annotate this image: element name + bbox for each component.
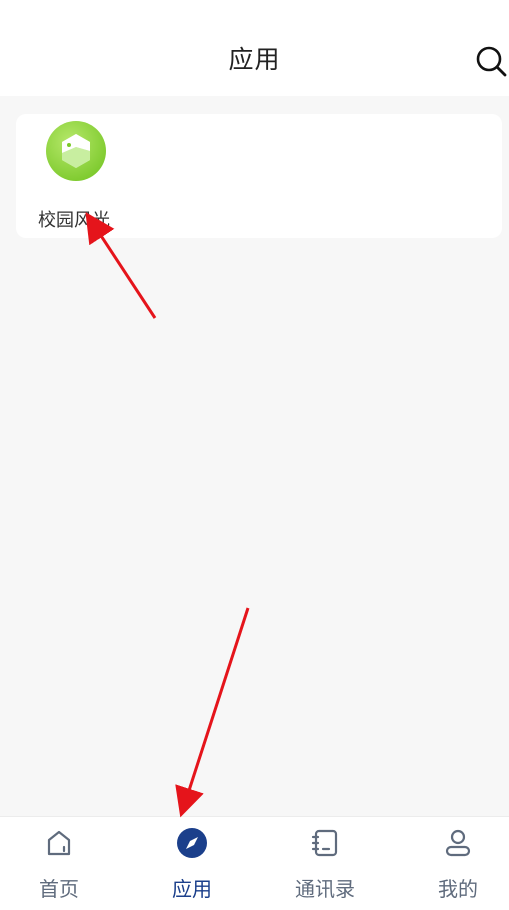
tab-apps-label: 应用: [172, 877, 212, 901]
tab-me[interactable]: 我的: [403, 817, 509, 910]
app-tile-campus-scenery[interactable]: 校园风光: [34, 120, 124, 231]
contacts-icon: [311, 829, 338, 857]
tab-apps[interactable]: 应用: [137, 817, 247, 910]
apps-card: 校园风光: [16, 114, 502, 238]
tab-contacts[interactable]: 通讯录: [270, 817, 380, 910]
top-header: 应用: [0, 0, 509, 96]
compass-icon: [177, 828, 207, 858]
tab-contacts-label: 通讯录: [295, 877, 355, 901]
user-icon: [445, 829, 471, 857]
annotation-arrow-tab: [175, 607, 250, 818]
tab-home-label: 首页: [39, 877, 79, 901]
home-icon: [47, 830, 71, 856]
app-label: 校园风光: [38, 210, 110, 231]
search-icon[interactable]: [474, 44, 508, 78]
bottom-tab-bar: 首页 应用 通讯录 我的: [0, 816, 509, 910]
landscape-icon: [46, 121, 106, 181]
page-title: 应用: [228, 45, 281, 74]
tab-me-label: 我的: [438, 877, 478, 901]
tab-home[interactable]: 首页: [4, 817, 114, 910]
